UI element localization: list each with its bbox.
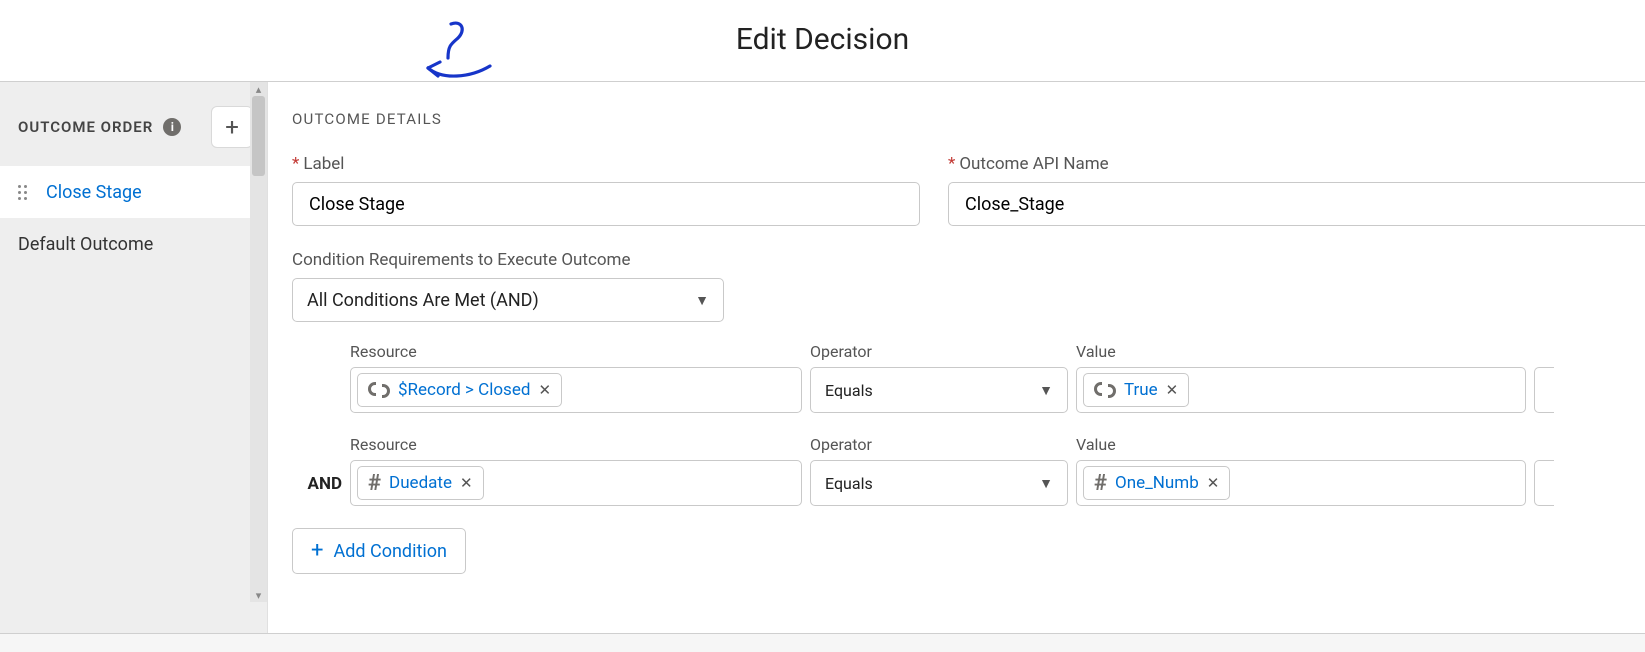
scroll-down-icon[interactable]: ▾: [250, 588, 267, 602]
add-condition-button[interactable]: + Add Condition: [292, 528, 466, 574]
value-input[interactable]: True ✕: [1076, 367, 1526, 413]
sidebar-scrollbar[interactable]: ▴ ▾: [250, 82, 267, 602]
sidebar-item-label: Close Stage: [46, 182, 142, 203]
row-action-button[interactable]: [1534, 367, 1554, 413]
condition-requirements-value: All Conditions Are Met (AND): [307, 290, 539, 311]
label-field-label: *Label: [292, 154, 920, 174]
resource-pill-text: Duedate: [389, 473, 452, 493]
link-icon: [1094, 382, 1116, 398]
condition-requirements-select[interactable]: All Conditions Are Met (AND) ▼: [292, 278, 724, 322]
resource-col-label: Resource: [350, 342, 802, 361]
operator-col-label: Operator: [810, 342, 1068, 361]
sidebar-item-default-outcome[interactable]: Default Outcome: [0, 218, 267, 270]
scroll-up-icon[interactable]: ▴: [250, 82, 267, 96]
outcome-details-panel: OUTCOME DETAILS *Label *Outcome API Name…: [268, 82, 1645, 633]
dialog-header: Edit Decision: [0, 0, 1645, 82]
value-pill[interactable]: # One_Numb ✕: [1083, 466, 1230, 500]
value-pill-text: True: [1124, 380, 1158, 400]
remove-pill-icon[interactable]: ✕: [1207, 474, 1220, 492]
value-col-label: Value: [1076, 435, 1526, 454]
sidebar-item-close-stage[interactable]: Close Stage: [0, 166, 267, 218]
resource-pill[interactable]: # Duedate ✕: [357, 466, 484, 500]
operator-select[interactable]: Equals ▼: [810, 367, 1068, 413]
add-condition-label: Add Condition: [333, 541, 446, 562]
scroll-thumb[interactable]: [252, 96, 265, 176]
condition-requirements-label: Condition Requirements to Execute Outcom…: [292, 250, 1645, 270]
chevron-down-icon: ▼: [695, 292, 709, 309]
value-pill-text: One_Numb: [1115, 473, 1199, 493]
hash-icon: #: [368, 471, 381, 496]
outcome-order-sidebar: OUTCOME ORDER i + Close Stage Default Ou…: [0, 82, 268, 633]
value-pill[interactable]: True ✕: [1083, 373, 1189, 407]
remove-pill-icon[interactable]: ✕: [538, 381, 551, 399]
chevron-down-icon: ▼: [1039, 382, 1053, 399]
operator-value: Equals: [825, 474, 873, 493]
resource-input[interactable]: # Duedate ✕: [350, 460, 802, 506]
dialog-title: Edit Decision: [0, 22, 1645, 57]
operator-col-label: Operator: [810, 435, 1068, 454]
info-icon[interactable]: i: [163, 118, 181, 136]
label-input-text[interactable]: [307, 193, 905, 216]
api-name-input-text[interactable]: [963, 193, 1631, 216]
outcome-list: Close Stage Default Outcome: [0, 166, 267, 270]
resource-input[interactable]: $Record > Closed ✕: [350, 367, 802, 413]
row-action-button[interactable]: [1534, 460, 1554, 506]
section-title: OUTCOME DETAILS: [292, 110, 1645, 128]
api-name-field-label: *Outcome API Name: [948, 154, 1645, 174]
remove-pill-icon[interactable]: ✕: [1166, 381, 1179, 399]
drag-handle-icon[interactable]: [18, 185, 32, 200]
sidebar-item-label: Default Outcome: [18, 234, 153, 255]
resource-pill-text: $Record > Closed: [398, 380, 530, 400]
value-col-label: Value: [1076, 342, 1526, 361]
add-outcome-button[interactable]: +: [211, 106, 253, 148]
conditions-block: Resource $Record > Closed ✕ Operator: [292, 342, 1645, 506]
condition-row: Resource $Record > Closed ✕ Operator: [292, 342, 1645, 413]
condition-prefix: [292, 401, 342, 413]
condition-row: AND Resource # Duedate ✕ Operator Equals: [292, 435, 1645, 506]
resource-col-label: Resource: [350, 435, 802, 454]
chevron-down-icon: ▼: [1039, 475, 1053, 492]
condition-prefix: AND: [292, 474, 342, 506]
plus-icon: +: [311, 540, 323, 562]
operator-select[interactable]: Equals ▼: [810, 460, 1068, 506]
label-input[interactable]: [292, 182, 920, 226]
remove-pill-icon[interactable]: ✕: [460, 474, 473, 492]
hash-icon: #: [1094, 471, 1107, 496]
operator-value: Equals: [825, 381, 873, 400]
sidebar-title: OUTCOME ORDER: [18, 118, 153, 136]
api-name-input[interactable]: [948, 182, 1645, 226]
value-input[interactable]: # One_Numb ✕: [1076, 460, 1526, 506]
footer-gap: [0, 634, 1645, 652]
link-icon: [368, 382, 390, 398]
resource-pill[interactable]: $Record > Closed ✕: [357, 373, 562, 407]
plus-icon: +: [225, 113, 239, 141]
